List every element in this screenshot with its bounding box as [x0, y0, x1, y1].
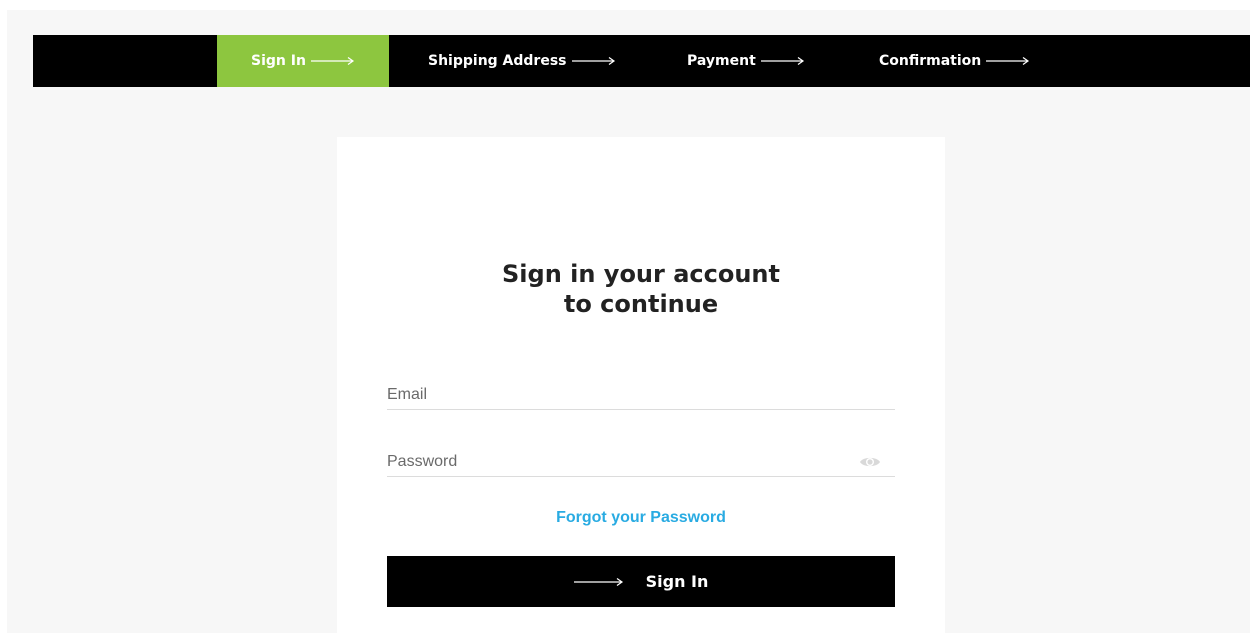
step-payment[interactable]: Payment: [687, 35, 805, 87]
page-title: Sign in your account to continue: [337, 259, 945, 319]
heading-line-2: to continue: [563, 290, 719, 318]
step-label: Shipping Address: [428, 53, 567, 69]
step-label: Payment: [687, 53, 756, 69]
sign-in-card: Sign in your account to continue Forgot …: [337, 137, 945, 633]
sign-in-button-label: Sign In: [645, 572, 709, 591]
password-field-container: [387, 448, 895, 477]
long-arrow-right-icon: [760, 56, 805, 66]
long-arrow-right-icon: [310, 56, 355, 66]
long-arrow-right-icon: [986, 56, 1030, 66]
password-field[interactable]: [387, 448, 837, 476]
step-shipping-address[interactable]: Shipping Address: [428, 35, 616, 87]
long-arrow-right-icon: [573, 577, 624, 587]
step-sign-in[interactable]: Sign In: [217, 35, 389, 87]
heading-line-1: Sign in your account: [502, 260, 780, 288]
step-confirmation[interactable]: Confirmation: [879, 35, 1030, 87]
step-label: Confirmation: [879, 53, 982, 69]
forgot-password-link[interactable]: Forgot your Password: [337, 509, 945, 527]
checkout-stepper: Sign In Shipping Address Payment Confirm…: [33, 35, 1250, 87]
sign-in-button[interactable]: Sign In: [387, 556, 895, 607]
long-arrow-right-icon: [571, 56, 616, 66]
email-field[interactable]: [387, 381, 895, 409]
eye-icon[interactable]: [859, 454, 881, 470]
email-field-container: [387, 381, 895, 410]
step-label: Sign In: [251, 53, 306, 69]
